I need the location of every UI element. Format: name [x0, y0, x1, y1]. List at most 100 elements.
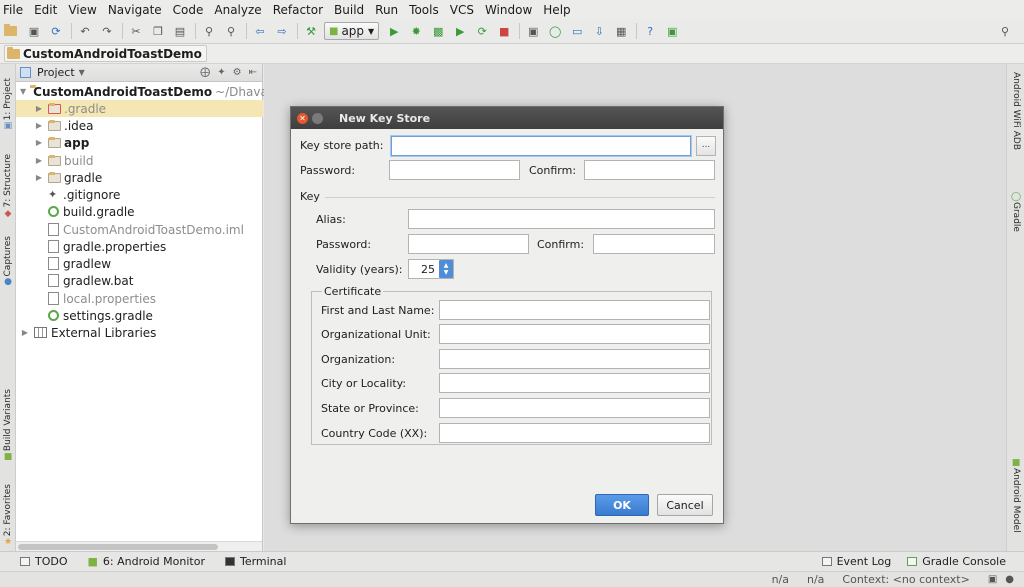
- replace-icon[interactable]: ⚲: [222, 22, 240, 40]
- tree-item-build[interactable]: ▶ build: [16, 152, 263, 169]
- stop-icon[interactable]: ■: [495, 22, 513, 40]
- chevron-right-icon[interactable]: ▶: [34, 121, 44, 130]
- chevron-right-icon[interactable]: ▶: [34, 156, 44, 165]
- close-icon[interactable]: ✕: [297, 112, 308, 124]
- tab-android-model[interactable]: ■ Android Model: [1009, 458, 1023, 533]
- copy-icon[interactable]: ❐: [149, 22, 167, 40]
- city-input[interactable]: [439, 373, 710, 393]
- tree-item-local-properties[interactable]: local.properties: [16, 290, 263, 307]
- chevron-right-icon[interactable]: ▶: [20, 328, 30, 337]
- status-context[interactable]: Context: <no context>: [842, 573, 969, 586]
- lock-icon[interactable]: ▣: [988, 574, 997, 585]
- tree-item-gitignore[interactable]: ✦ .gitignore: [16, 186, 263, 203]
- tree-item-external-libraries[interactable]: ▶ External Libraries: [16, 324, 263, 341]
- avd-manager-icon[interactable]: ▭: [568, 22, 586, 40]
- menu-window[interactable]: Window: [485, 3, 532, 17]
- search-everywhere-icon[interactable]: ⚲: [996, 22, 1014, 40]
- tab-terminal[interactable]: Terminal: [224, 555, 286, 568]
- chevron-down-icon[interactable]: ▼: [79, 68, 85, 77]
- tab-todo[interactable]: TODO: [20, 555, 68, 568]
- cancel-button[interactable]: Cancel: [657, 494, 713, 516]
- notifications-icon[interactable]: ●: [1005, 574, 1014, 585]
- menu-help[interactable]: Help: [543, 3, 570, 17]
- tree-item-build-gradle[interactable]: build.gradle: [16, 203, 263, 220]
- tab-captures[interactable]: Captures ●: [0, 236, 16, 289]
- chevron-up-icon[interactable]: ▲: [444, 262, 449, 269]
- undo-icon[interactable]: ↶: [76, 22, 94, 40]
- chevron-right-icon[interactable]: ▶: [34, 173, 44, 182]
- chevron-right-icon[interactable]: ▶: [34, 104, 44, 113]
- ok-button[interactable]: OK: [595, 494, 649, 516]
- make-project-icon[interactable]: ⚒: [302, 22, 320, 40]
- tab-event-log[interactable]: Event Log: [821, 555, 891, 568]
- menu-run[interactable]: Run: [375, 3, 398, 17]
- organizational-unit-input[interactable]: [439, 324, 710, 344]
- gradle-sync-icon[interactable]: ◯: [546, 22, 564, 40]
- scroll-from-source-icon[interactable]: ⨁: [200, 67, 210, 78]
- tab-android-wifi-adb[interactable]: Android WiFi ADB: [1009, 72, 1023, 150]
- tree-item-gradle[interactable]: ▶ gradle: [16, 169, 263, 186]
- menu-tools[interactable]: Tools: [409, 3, 439, 17]
- save-icon[interactable]: ▣: [25, 22, 43, 40]
- profile-icon[interactable]: ▶: [451, 22, 469, 40]
- tab-gradle-console[interactable]: Gradle Console: [907, 555, 1006, 568]
- sdk-manager-icon[interactable]: ⇩: [590, 22, 608, 40]
- validity-stepper[interactable]: 25 ▲ ▼: [408, 259, 454, 279]
- help-icon[interactable]: ?: [641, 22, 659, 40]
- confirm-input[interactable]: [584, 160, 715, 180]
- menu-analyze[interactable]: Analyze: [214, 3, 261, 17]
- gear-icon[interactable]: ⚙: [233, 67, 242, 78]
- redo-icon[interactable]: ↷: [98, 22, 116, 40]
- find-icon[interactable]: ⚲: [200, 22, 218, 40]
- debug-icon[interactable]: ✸: [407, 22, 425, 40]
- menu-file[interactable]: File: [3, 3, 23, 17]
- tree-item-gradlew-bat[interactable]: gradlew.bat: [16, 272, 263, 289]
- sync-icon[interactable]: ⟳: [47, 22, 65, 40]
- tab-android-monitor[interactable]: ■ 6: Android Monitor: [88, 555, 205, 568]
- menu-build[interactable]: Build: [334, 3, 364, 17]
- scrollbar-thumb[interactable]: [18, 544, 218, 550]
- first-last-name-input[interactable]: [439, 300, 710, 320]
- menu-view[interactable]: View: [68, 3, 96, 17]
- project-structure-icon[interactable]: ▦: [612, 22, 630, 40]
- menu-refactor[interactable]: Refactor: [273, 3, 323, 17]
- horizontal-scrollbar[interactable]: [16, 541, 262, 551]
- password-input[interactable]: [389, 160, 520, 180]
- hide-panel-icon[interactable]: ⇤: [249, 67, 257, 78]
- project-panel-title[interactable]: Project: [37, 66, 75, 79]
- tree-item-iml[interactable]: CustomAndroidToastDemo.iml: [16, 221, 263, 238]
- key-password-input[interactable]: [408, 234, 529, 254]
- status-caret-position[interactable]: n/a: [772, 573, 789, 586]
- tree-item-gradlew[interactable]: gradlew: [16, 255, 263, 272]
- tree-item-settings-gradle[interactable]: settings.gradle: [16, 307, 263, 324]
- minimize-icon[interactable]: [312, 112, 323, 124]
- paste-icon[interactable]: ▤: [171, 22, 189, 40]
- open-folder-icon[interactable]: [3, 22, 21, 40]
- forward-icon[interactable]: ⇨: [273, 22, 291, 40]
- menu-code[interactable]: Code: [173, 3, 204, 17]
- chevron-down-icon[interactable]: ▼: [20, 87, 26, 96]
- stepper-arrows[interactable]: ▲ ▼: [439, 260, 453, 278]
- breadcrumb-project[interactable]: CustomAndroidToastDemo: [4, 45, 207, 62]
- cut-icon[interactable]: ✂: [127, 22, 145, 40]
- key-store-path-input[interactable]: [391, 136, 691, 156]
- tab-favorites[interactable]: 2: Favorites ★: [0, 484, 16, 549]
- tab-structure[interactable]: 7: Structure ◆: [0, 154, 16, 221]
- run-icon[interactable]: ▶: [385, 22, 403, 40]
- attach-debugger-icon[interactable]: ▣: [524, 22, 542, 40]
- alias-input[interactable]: [408, 209, 715, 229]
- tree-item-idea[interactable]: ▶ .idea: [16, 117, 263, 134]
- validity-value[interactable]: 25: [409, 263, 439, 276]
- chevron-right-icon[interactable]: ▶: [34, 138, 44, 147]
- organization-input[interactable]: [439, 349, 710, 369]
- tab-project[interactable]: 1: Project ▣: [0, 78, 16, 133]
- tab-gradle[interactable]: ◯ Gradle: [1009, 192, 1023, 232]
- tree-item-gradle-properties[interactable]: gradle.properties: [16, 238, 263, 255]
- menu-navigate[interactable]: Navigate: [108, 3, 162, 17]
- collapse-all-icon[interactable]: ✦: [217, 67, 225, 78]
- browse-button[interactable]: ...: [696, 136, 716, 156]
- apply-changes-icon[interactable]: ⟳: [473, 22, 491, 40]
- key-confirm-input[interactable]: [593, 234, 715, 254]
- tab-build-variants[interactable]: Build Variants ■: [0, 389, 16, 464]
- country-code-input[interactable]: [439, 423, 710, 443]
